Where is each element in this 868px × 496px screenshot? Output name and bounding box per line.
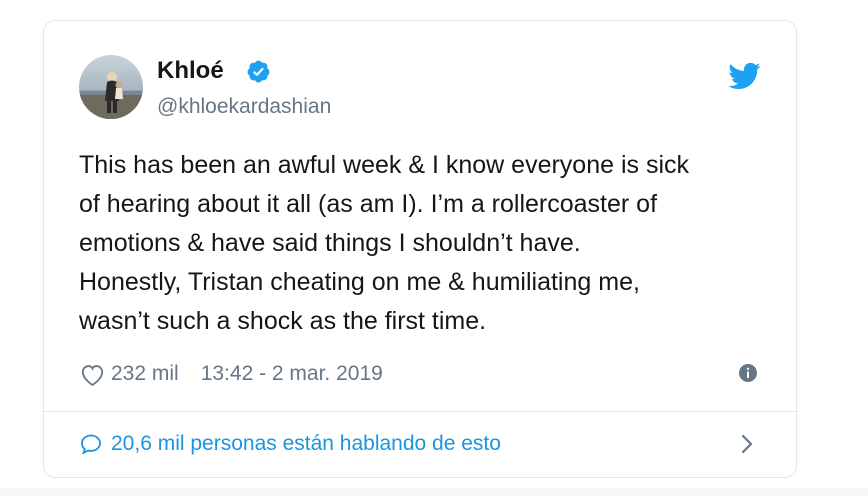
handle[interactable]: @khloekardashian (157, 94, 331, 120)
page-bottom-strip (0, 488, 868, 496)
comment-icon (81, 434, 101, 455)
tweet-meta-row: 232 mil 13:42 - 2 mar. 2019 (79, 359, 383, 389)
heart-icon[interactable] (79, 361, 106, 388)
tweet-card[interactable]: Khloé @khloekardashian This has been an … (43, 20, 797, 478)
conversation-label: 20,6 mil personas están hablando de esto (111, 432, 501, 455)
divider (44, 411, 796, 412)
chevron-right-icon (741, 434, 753, 454)
verified-badge-icon (247, 60, 270, 83)
info-icon[interactable] (738, 363, 758, 383)
twitter-bird-icon[interactable] (727, 59, 761, 93)
tweet-text: This has been an awful week & I know eve… (79, 151, 690, 335)
avatar[interactable] (79, 55, 143, 119)
like-count[interactable]: 232 mil (111, 362, 179, 386)
timestamp[interactable]: 13:42 - 2 mar. 2019 (201, 362, 383, 386)
display-name[interactable]: Khloé (157, 56, 224, 86)
conversation-link[interactable]: 20,6 mil personas están hablando de esto (79, 427, 761, 461)
